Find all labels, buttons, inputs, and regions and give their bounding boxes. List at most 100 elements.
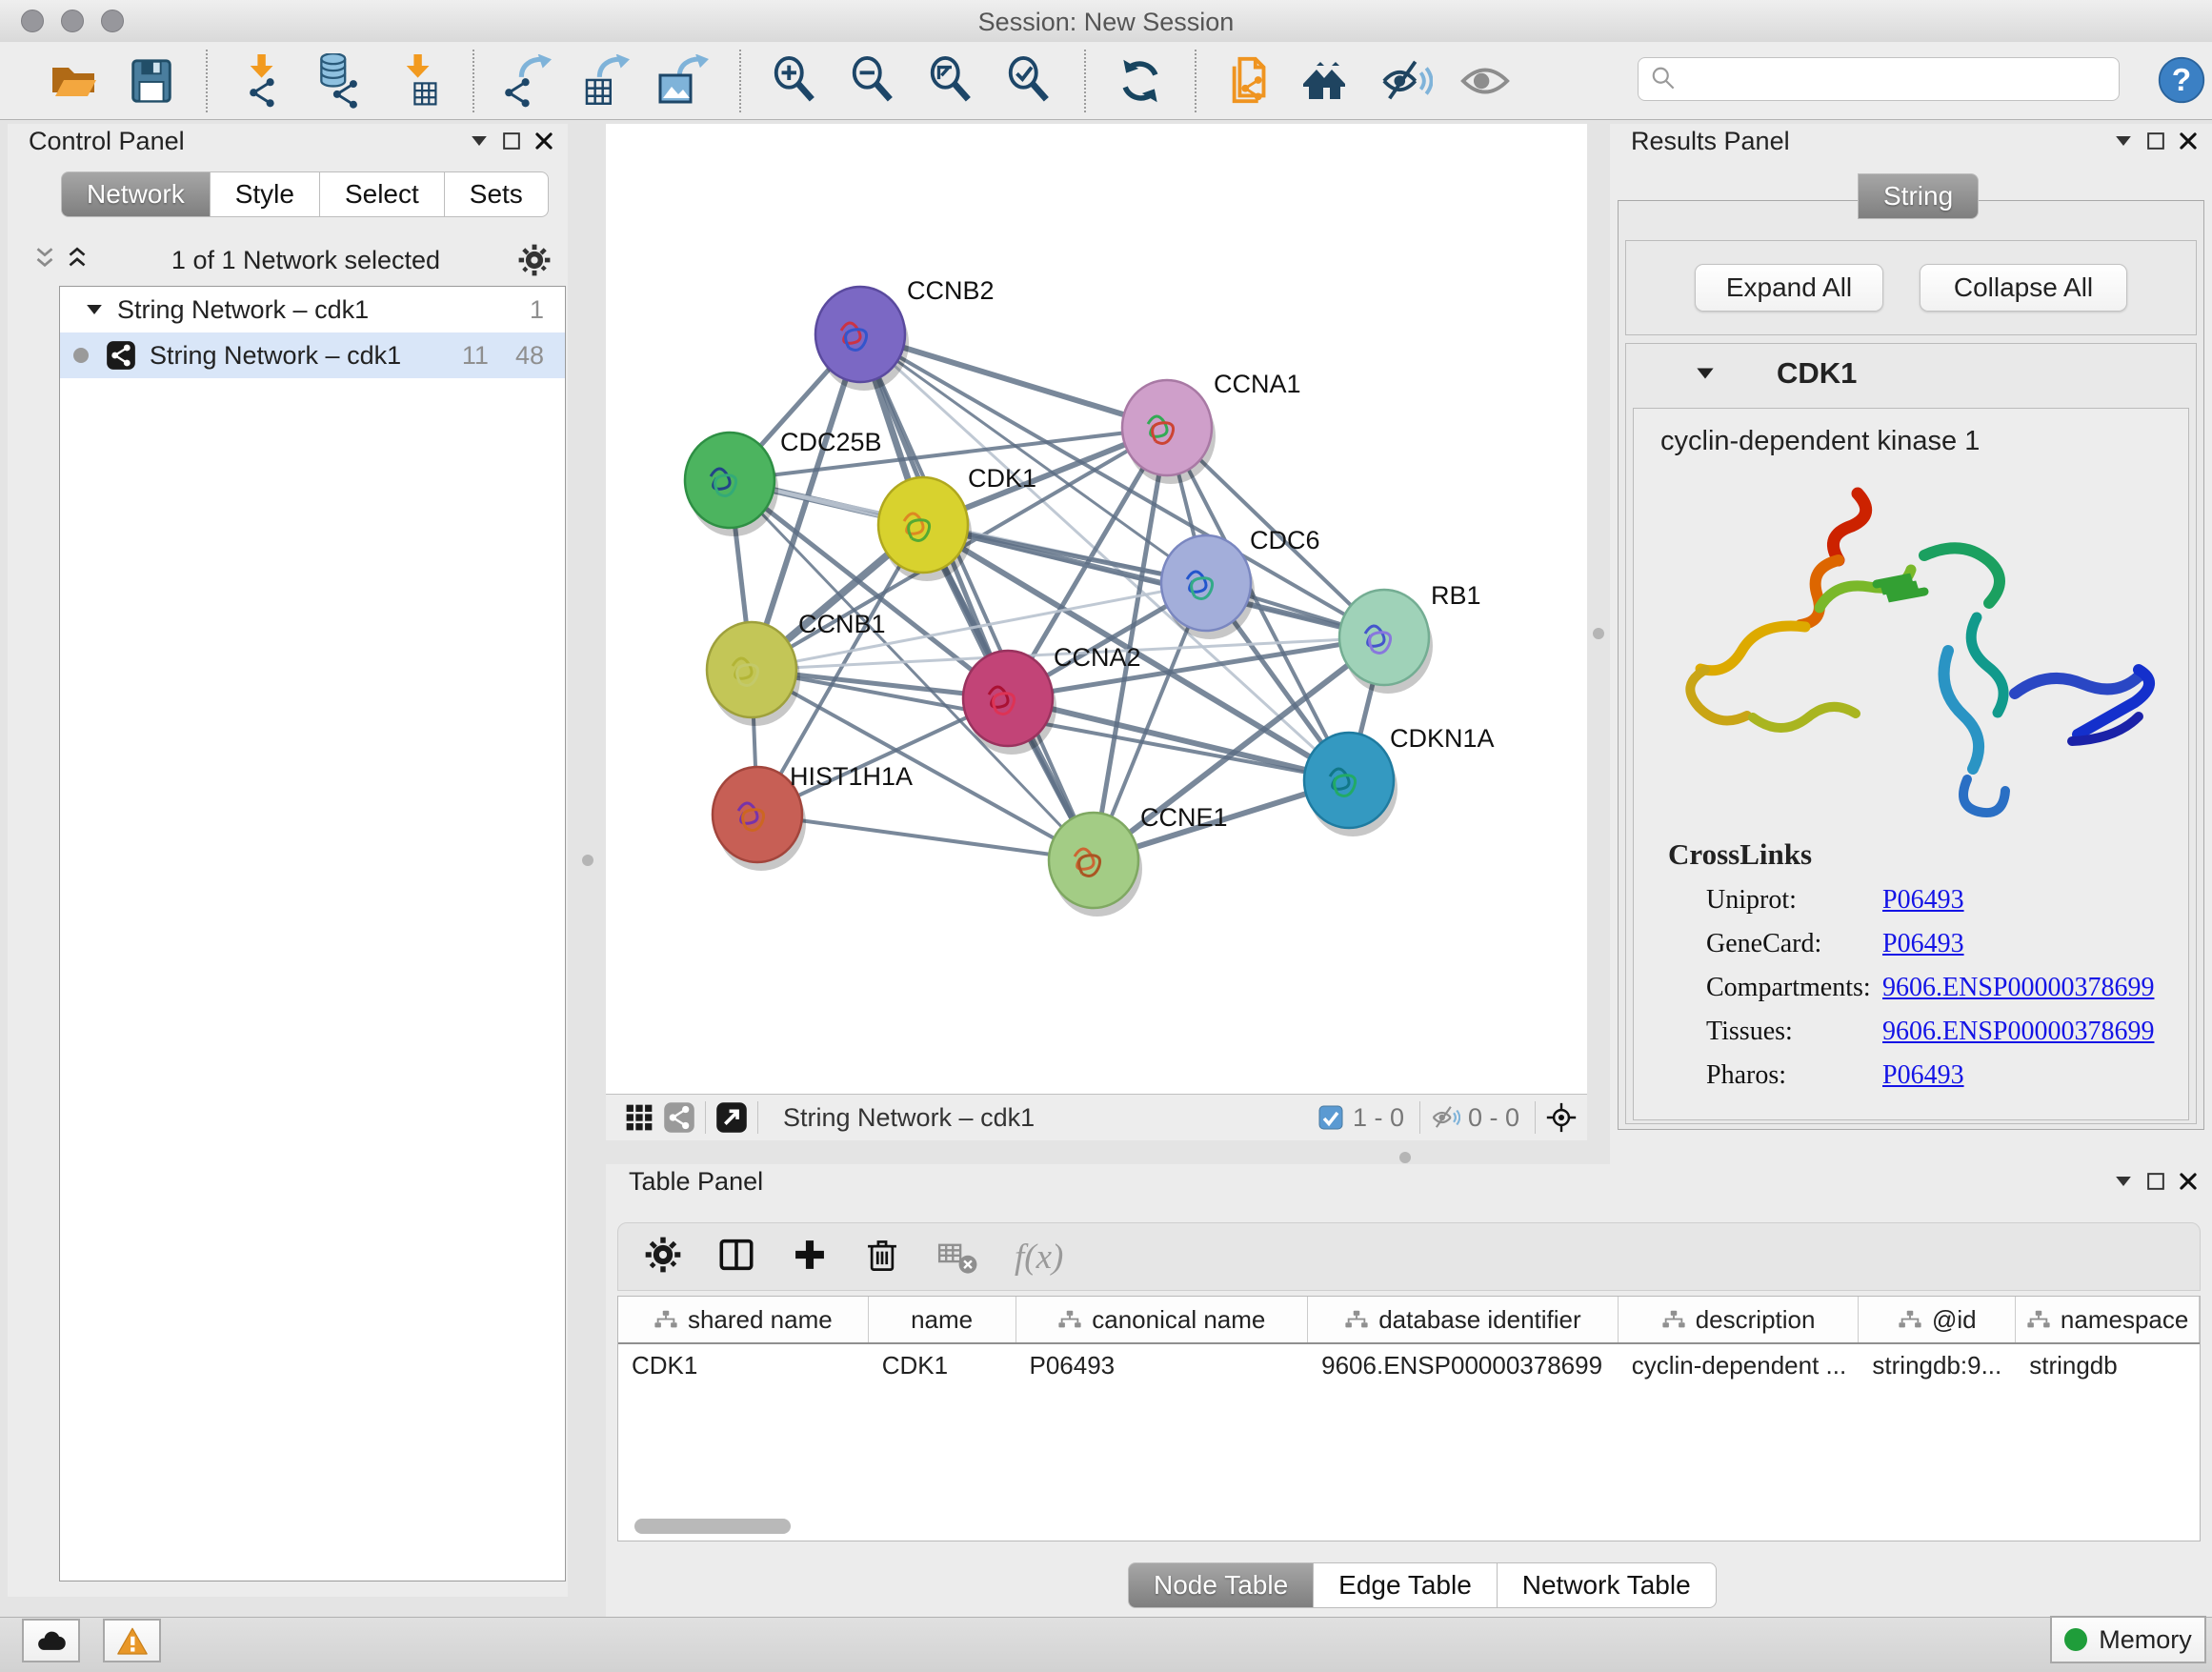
control-panel-close-icon[interactable]: [528, 127, 560, 155]
bottom-splitter-grip[interactable]: [1399, 1152, 1411, 1163]
open-file-icon[interactable]: [44, 51, 103, 111]
birdseye-toggle-icon[interactable]: [1545, 1103, 1578, 1132]
network-tree-child-row[interactable]: String Network – cdk1 11 48: [60, 332, 565, 378]
save-session-icon[interactable]: [122, 51, 181, 111]
node-CDKN1A[interactable]: CDKN1A: [1304, 724, 1495, 836]
first-neighbors-icon[interactable]: [1299, 51, 1358, 111]
results-panel-float-icon[interactable]: [2140, 127, 2172, 155]
control-panel-title: Control Panel: [29, 127, 185, 156]
network-view[interactable]: CCNB2CCNA1CDC25BCDK1CDC6RB1CCNB1CCNA2CDK…: [606, 124, 1587, 1094]
node-HIST1H1A[interactable]: HIST1H1A: [713, 762, 913, 871]
crosslink-link[interactable]: 9606.ENSP00000378699: [1882, 1017, 2154, 1047]
control-panel-collapse-icon[interactable]: [463, 127, 495, 155]
edge-count: 48: [515, 341, 544, 371]
node-CDC6[interactable]: CDC6: [1161, 526, 1320, 639]
zoom-in-icon[interactable]: [766, 51, 825, 111]
table-settings-gear-icon[interactable]: [645, 1237, 681, 1278]
collapse-all-button[interactable]: Collapse All: [1920, 264, 2127, 312]
edge-HIST1H1A-CCNE1[interactable]: [757, 815, 1094, 860]
table-toolbar: f(x): [617, 1222, 2201, 1291]
clone-network-icon[interactable]: [1221, 51, 1280, 111]
tab-edge-table[interactable]: Edge Table: [1314, 1562, 1498, 1608]
column-label: description: [1696, 1305, 1816, 1335]
right-splitter-grip[interactable]: [1593, 628, 1604, 639]
tab-node-table[interactable]: Node Table: [1128, 1562, 1314, 1608]
delete-column-icon[interactable]: [864, 1237, 900, 1278]
crosslink-link[interactable]: P06493: [1882, 1060, 1964, 1091]
tab-sets[interactable]: Sets: [445, 171, 549, 217]
search-box[interactable]: [1638, 57, 2120, 101]
tab-network[interactable]: Network: [61, 171, 211, 217]
tab-select[interactable]: Select: [320, 171, 445, 217]
warnings-button[interactable]: [103, 1619, 161, 1662]
tab-style[interactable]: Style: [211, 171, 320, 217]
table-panel-float-icon[interactable]: [2140, 1167, 2172, 1196]
export-image-icon[interactable]: [655, 51, 714, 111]
export-table-icon[interactable]: [577, 51, 636, 111]
import-table-file-icon[interactable]: [389, 51, 448, 111]
detach-view-icon[interactable]: [715, 1103, 748, 1132]
tab-network-table[interactable]: Network Table: [1498, 1562, 1717, 1608]
import-network-database-icon[interactable]: [311, 51, 370, 111]
export-network-icon[interactable]: [499, 51, 558, 111]
tab-string[interactable]: String: [1858, 173, 1979, 219]
cloud-button[interactable]: [22, 1619, 80, 1662]
network-icon[interactable]: [663, 1103, 695, 1132]
crosslink-row: Tissues:9606.ENSP00000378699: [1706, 1017, 2188, 1047]
table-panel-close-icon[interactable]: [2172, 1167, 2204, 1196]
results-panel-close-icon[interactable]: [2172, 127, 2204, 155]
column-header-canonical-name[interactable]: canonical name: [1016, 1297, 1309, 1342]
column-header-namespace[interactable]: namespace: [2016, 1297, 2200, 1342]
column-header-shared-name[interactable]: shared name: [618, 1297, 869, 1342]
left-splitter-grip[interactable]: [582, 855, 593, 866]
table-cell[interactable]: CDK1: [618, 1344, 869, 1386]
memory-button[interactable]: Memory: [2050, 1616, 2206, 1663]
crosslink-link[interactable]: P06493: [1882, 885, 1964, 916]
expand-all-networks-icon[interactable]: [61, 246, 93, 274]
column-header-name[interactable]: name: [869, 1297, 1016, 1342]
table-cell[interactable]: CDK1: [869, 1344, 1016, 1386]
node-CCNA1[interactable]: CCNA1: [1122, 370, 1301, 484]
zoom-fit-icon[interactable]: [922, 51, 981, 111]
table-cell[interactable]: stringdb:9...: [1859, 1344, 2016, 1386]
node-RB1[interactable]: RB1: [1339, 581, 1481, 694]
node-CCNE1[interactable]: CCNE1: [1049, 803, 1228, 917]
collapse-all-networks-icon[interactable]: [29, 246, 61, 274]
hide-selected-icon[interactable]: [1377, 51, 1437, 111]
import-network-file-icon[interactable]: [232, 51, 292, 111]
birdseye-grid-icon[interactable]: [623, 1103, 655, 1132]
network-options-gear-icon[interactable]: [518, 246, 551, 274]
table-horizontal-scrollbar[interactable]: [634, 1519, 791, 1534]
crosslink-link[interactable]: 9606.ENSP00000378699: [1882, 973, 2154, 1003]
column-type-icon: [654, 1308, 678, 1331]
network-tree-root-row[interactable]: String Network – cdk1 1: [60, 287, 565, 332]
node-CDK1[interactable]: CDK1: [878, 464, 1036, 581]
help-button[interactable]: ?: [2157, 55, 2206, 110]
add-column-icon[interactable]: [792, 1237, 828, 1278]
tree-expander-icon[interactable]: [85, 300, 104, 319]
zoom-selected-icon[interactable]: [1000, 51, 1059, 111]
expand-all-button[interactable]: Expand All: [1695, 264, 1883, 312]
show-all-icon[interactable]: [1456, 51, 1515, 111]
table-panel-collapse-icon[interactable]: [2107, 1167, 2140, 1196]
selected-checkbox-icon[interactable]: [1315, 1103, 1347, 1132]
column-header-description[interactable]: description: [1619, 1297, 1860, 1342]
table-row[interactable]: CDK1CDK1P064939606.ENSP00000378699cyclin…: [618, 1344, 2200, 1386]
table-cell[interactable]: cyclin-dependent ...: [1619, 1344, 1860, 1386]
refresh-icon[interactable]: [1111, 51, 1170, 111]
results-panel-collapse-icon[interactable]: [2107, 127, 2140, 155]
crosslink-row: Pharos:P06493: [1706, 1060, 2188, 1091]
show-columns-icon[interactable]: [717, 1236, 755, 1279]
zoom-out-icon[interactable]: [844, 51, 903, 111]
node-table[interactable]: shared namenamecanonical namedatabase id…: [617, 1296, 2201, 1541]
crosslink-link[interactable]: P06493: [1882, 929, 1964, 959]
search-input[interactable]: [1679, 65, 2101, 93]
column-header-database-identifier[interactable]: database identifier: [1308, 1297, 1619, 1342]
table-cell[interactable]: 9606.ENSP00000378699: [1308, 1344, 1619, 1386]
section-expander-icon[interactable]: [1695, 363, 1716, 384]
column-header--id[interactable]: @id: [1859, 1297, 2016, 1342]
control-panel-float-icon[interactable]: [495, 127, 528, 155]
protein-structure-image: [1662, 465, 2196, 827]
table-cell[interactable]: P06493: [1016, 1344, 1309, 1386]
table-cell[interactable]: stringdb: [2016, 1344, 2200, 1386]
